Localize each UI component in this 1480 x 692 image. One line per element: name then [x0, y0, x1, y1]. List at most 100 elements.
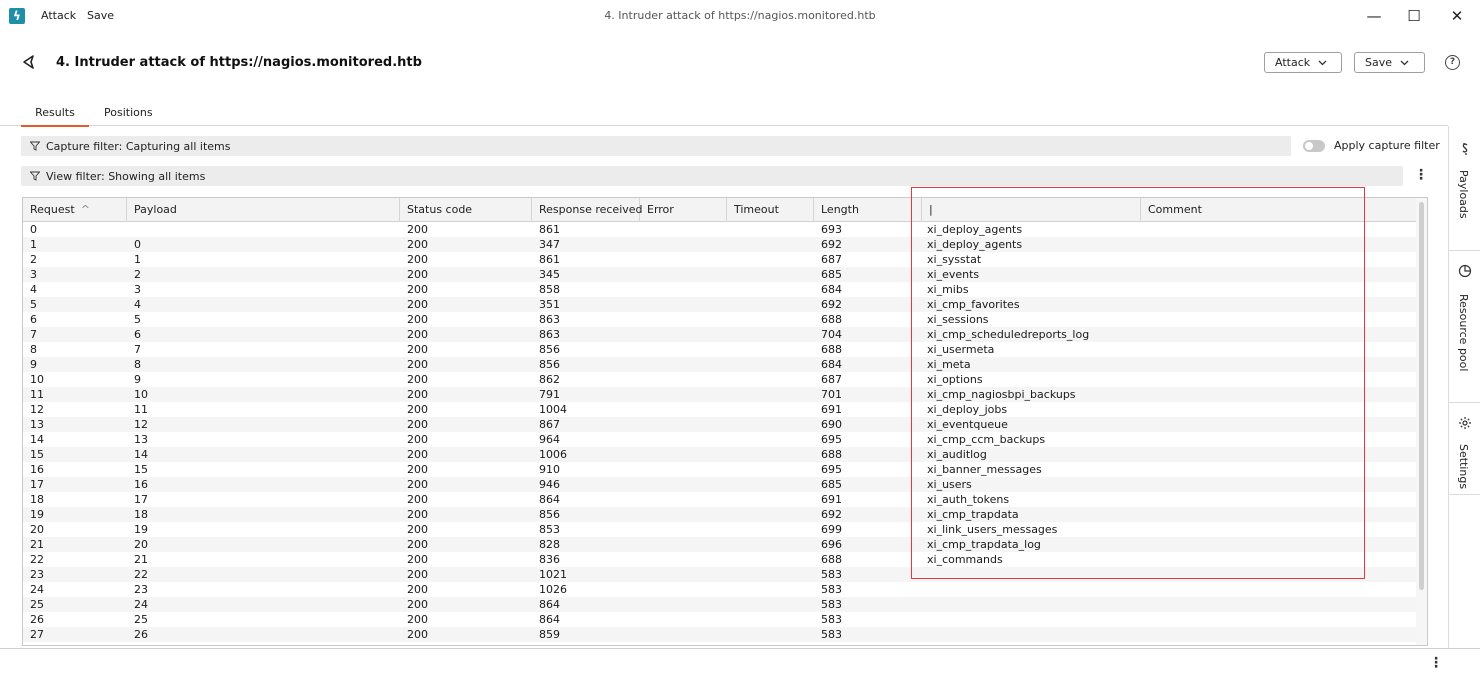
- table-row[interactable]: 0 200 861 693 xi_deploy_agents: [23, 222, 1417, 237]
- cell-error: [640, 342, 727, 357]
- cell-timeout: [727, 567, 814, 582]
- table-row[interactable]: 10 9 200 862 687 xi_options: [23, 372, 1417, 387]
- column-header-length[interactable]: Length: [814, 198, 922, 222]
- column-header-response-received[interactable]: Response received: [532, 198, 643, 222]
- cell-timeout: [727, 477, 814, 492]
- table-row[interactable]: 15 14 200 1006 688 xi_auditlog: [23, 447, 1417, 462]
- help-icon[interactable]: ?: [1445, 55, 1460, 70]
- minimize-button[interactable]: —: [1360, 4, 1388, 28]
- cell-status-code: 200: [407, 253, 428, 266]
- cell-error: [640, 537, 727, 552]
- more-options-icon[interactable]: ⋮: [1414, 168, 1428, 183]
- table-row[interactable]: 9 8 200 856 684 xi_meta: [23, 357, 1417, 372]
- table-row[interactable]: 6 5 200 863 688 xi_sessions: [23, 312, 1417, 327]
- cell-error: [640, 357, 727, 372]
- save-button[interactable]: Save: [1354, 52, 1425, 73]
- attack-button[interactable]: Attack: [1264, 52, 1342, 73]
- table-row[interactable]: 20 19 200 853 699 xi_link_users_messages: [23, 522, 1417, 537]
- vertical-scrollbar[interactable]: [1416, 198, 1427, 645]
- cell-request: 3: [30, 268, 37, 281]
- table-row[interactable]: 21 20 200 828 696 xi_cmp_trapdata_log: [23, 537, 1417, 552]
- table-row[interactable]: 8 7 200 856 688 xi_usermeta: [23, 342, 1417, 357]
- table-row[interactable]: 12 11 200 1004 691 xi_deploy_jobs: [23, 402, 1417, 417]
- cell-response-received: 863: [539, 328, 560, 341]
- column-header-payload[interactable]: Payload: [127, 198, 400, 222]
- apply-capture-filter-label: Apply capture filter: [1334, 139, 1440, 152]
- column-header-timeout[interactable]: Timeout: [727, 198, 814, 222]
- view-filter-bar[interactable]: View filter: Showing all items: [21, 166, 1403, 186]
- table-row[interactable]: 25 24 200 864 583: [23, 597, 1417, 612]
- column-header-extracted[interactable]: |: [922, 198, 1141, 222]
- menu-attack[interactable]: Attack: [41, 9, 76, 22]
- cell-extracted: xi_commands: [927, 553, 1003, 566]
- cell-timeout: [727, 522, 814, 537]
- cell-comment: [1141, 312, 1417, 327]
- filter-icon: [30, 141, 40, 151]
- cell-comment: [1141, 477, 1417, 492]
- cell-comment: [1141, 567, 1417, 582]
- table-row[interactable]: 18 17 200 864 691 xi_auth_tokens: [23, 492, 1417, 507]
- cell-response-received: 864: [539, 613, 560, 626]
- column-header-status-code[interactable]: Status code: [400, 198, 532, 222]
- scrollbar-thumb[interactable]: [1419, 202, 1424, 590]
- table-row[interactable]: 5 4 200 351 692 xi_cmp_favorites: [23, 297, 1417, 312]
- column-header-label: Status code: [407, 203, 473, 216]
- menu-save[interactable]: Save: [87, 9, 114, 22]
- column-header-request[interactable]: Request ^: [23, 198, 127, 222]
- cell-error: [640, 222, 727, 237]
- cell-comment: [1141, 252, 1417, 267]
- table-row[interactable]: 23 22 200 1021 583: [23, 567, 1417, 582]
- table-row[interactable]: 27 26 200 859 583: [23, 627, 1417, 642]
- table-row[interactable]: 16 15 200 910 695 xi_banner_messages: [23, 462, 1417, 477]
- bottom-more-options-icon[interactable]: ⋮: [1429, 656, 1443, 671]
- cell-status-code: 200: [407, 388, 428, 401]
- cell-error: [640, 582, 727, 597]
- sidebar-item-settings[interactable]: Settings: [1449, 406, 1480, 506]
- cell-status-code: 200: [407, 493, 428, 506]
- table-row[interactable]: 14 13 200 964 695 xi_cmp_ccm_backups: [23, 432, 1417, 447]
- close-button[interactable]: ✕: [1443, 4, 1471, 28]
- table-row[interactable]: 24 23 200 1026 583: [23, 582, 1417, 597]
- cell-error: [640, 372, 727, 387]
- sidebar-item-resource-pool[interactable]: Resource pool: [1449, 254, 1480, 394]
- table-row[interactable]: 26 25 200 864 583: [23, 612, 1417, 627]
- table-row[interactable]: 11 10 200 791 701 xi_cmp_nagiosbpi_backups: [23, 387, 1417, 402]
- cell-payload: 6: [134, 328, 141, 341]
- cell-response-received: 946: [539, 478, 560, 491]
- table-row[interactable]: 13 12 200 867 690 xi_eventqueue: [23, 417, 1417, 432]
- cell-request: 10: [30, 373, 44, 386]
- table-row[interactable]: 3 2 200 345 685 xi_events: [23, 267, 1417, 282]
- table-row[interactable]: 17 16 200 946 685 xi_users: [23, 477, 1417, 492]
- cell-request: 20: [30, 523, 44, 536]
- tab-positions[interactable]: Positions: [104, 106, 153, 125]
- cell-error: [640, 507, 727, 522]
- cell-length: 685: [821, 268, 842, 281]
- cell-comment: [1141, 582, 1417, 597]
- table-row[interactable]: 2 1 200 861 687 xi_sysstat: [23, 252, 1417, 267]
- column-header-label: Comment: [1148, 203, 1202, 216]
- maximize-button[interactable]: ☐: [1400, 4, 1428, 28]
- cell-extracted: [920, 567, 1139, 582]
- tab-results[interactable]: Results: [21, 106, 89, 127]
- cell-length: 699: [821, 523, 842, 536]
- cell-payload: 24: [134, 598, 148, 611]
- cell-timeout: [727, 237, 814, 252]
- table-row[interactable]: 19 18 200 856 692 xi_cmp_trapdata: [23, 507, 1417, 522]
- cell-status-code: 200: [407, 373, 428, 386]
- apply-capture-filter-toggle[interactable]: [1303, 140, 1325, 152]
- cell-timeout: [727, 372, 814, 387]
- column-header-error[interactable]: Error: [640, 198, 727, 222]
- table-row[interactable]: 4 3 200 858 684 xi_mibs: [23, 282, 1417, 297]
- cell-comment: [1141, 387, 1417, 402]
- back-arrow-icon[interactable]: [20, 53, 38, 71]
- cell-length: 684: [821, 283, 842, 296]
- cell-response-received: 853: [539, 523, 560, 536]
- sidebar-item-payloads[interactable]: Payloads: [1449, 134, 1480, 246]
- cell-timeout: [727, 267, 814, 282]
- cell-timeout: [727, 597, 814, 612]
- table-row[interactable]: 1 0 200 347 692 xi_deploy_agents: [23, 237, 1417, 252]
- column-header-comment[interactable]: Comment: [1141, 198, 1417, 222]
- capture-filter-bar[interactable]: Capture filter: Capturing all items: [21, 136, 1291, 156]
- table-row[interactable]: 22 21 200 836 688 xi_commands: [23, 552, 1417, 567]
- table-row[interactable]: 7 6 200 863 704 xi_cmp_scheduledreports_log: [23, 327, 1417, 342]
